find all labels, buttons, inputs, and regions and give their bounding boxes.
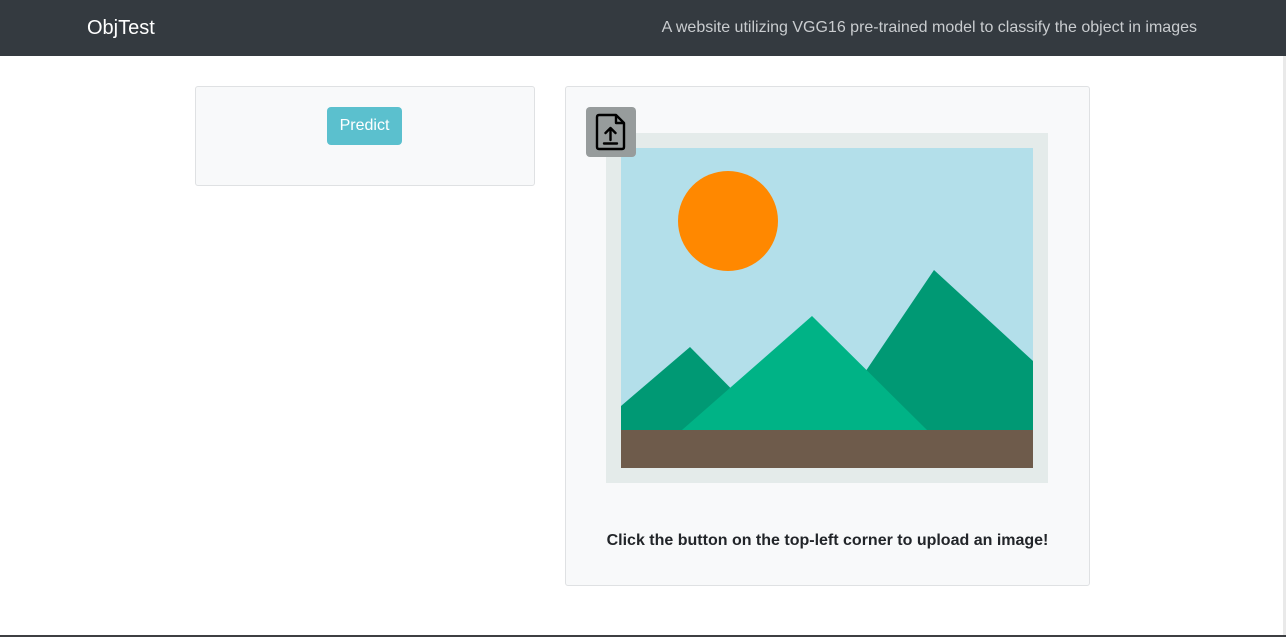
upload-button[interactable] [586,107,636,157]
navbar-tagline: A website utilizing VGG16 pre-trained mo… [661,19,1197,36]
landscape-placeholder-image [606,133,1048,483]
image-upload-card: Click the button on the top-left corner … [565,86,1090,586]
sun-shape [678,171,778,271]
upload-hint-text: Click the button on the top-left corner … [606,532,1049,549]
file-upload-icon [595,113,626,151]
controls-card: Predict [195,86,535,186]
predict-button[interactable]: Predict [327,107,402,145]
navbar: ObjTest A website utilizing VGG16 pre-tr… [0,0,1286,56]
ground-shape [621,430,1033,468]
brand-link[interactable]: ObjTest [87,16,155,40]
